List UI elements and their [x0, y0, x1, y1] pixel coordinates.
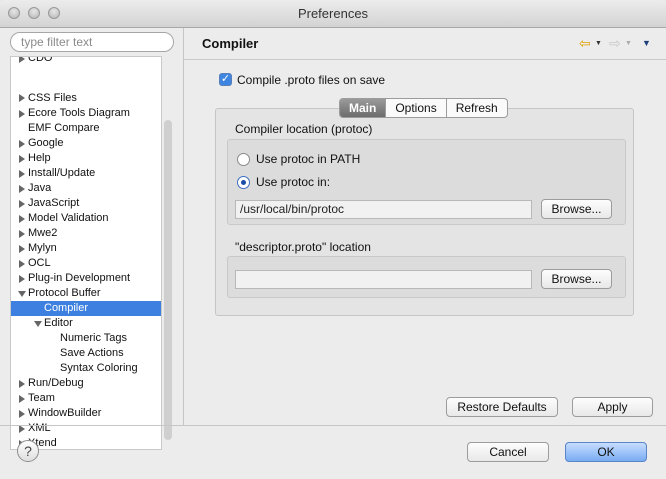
back-menu-icon[interactable]: ▼: [595, 40, 602, 47]
expand-arrow-icon[interactable]: [19, 200, 25, 208]
tree-item-numeric-tags[interactable]: Numeric Tags: [11, 331, 161, 346]
browse-protoc-button[interactable]: Browse...: [541, 199, 612, 219]
tree-item-css-files[interactable]: CSS Files: [11, 91, 161, 106]
use-protoc-in-radio[interactable]: [237, 176, 250, 189]
expand-arrow-icon[interactable]: [19, 155, 25, 163]
tree-scrollbar[interactable]: [164, 120, 172, 440]
tab-content: Compiler location (protoc) Use protoc in…: [215, 108, 634, 316]
descriptor-path-field[interactable]: [235, 270, 532, 289]
compiler-location-label: Compiler location (protoc): [235, 122, 373, 136]
tree-item-windowbuilder[interactable]: WindowBuilder: [11, 406, 161, 421]
expand-arrow-icon[interactable]: [19, 215, 25, 223]
tab-options[interactable]: Options: [386, 99, 447, 117]
checkmark-icon[interactable]: ✓: [219, 73, 232, 86]
tree-item-ocl[interactable]: OCL: [11, 256, 161, 271]
tree-item-cdo[interactable]: CDO: [11, 57, 161, 66]
use-protoc-path-label: Use protoc in PATH: [256, 152, 361, 166]
tree-item-install-update[interactable]: Install/Update: [11, 166, 161, 181]
expand-arrow-icon[interactable]: [19, 245, 25, 253]
tree-item-java[interactable]: Java: [11, 181, 161, 196]
tree-item-protocol-buffer[interactable]: Protocol Buffer: [11, 286, 161, 301]
tab-refresh[interactable]: Refresh: [447, 99, 507, 117]
tree-item-ecore-tools-diagram[interactable]: Ecore Tools Diagram: [11, 106, 161, 121]
tree-item-xml[interactable]: XML: [11, 421, 161, 436]
tree-item-javascript[interactable]: JavaScript: [11, 196, 161, 211]
forward-menu-icon[interactable]: ▼: [625, 40, 632, 47]
expand-arrow-icon[interactable]: [19, 260, 25, 268]
tree-item-model-validation[interactable]: Model Validation: [11, 211, 161, 226]
descriptor-location-group: Browse...: [227, 256, 626, 298]
collapse-arrow-icon[interactable]: [34, 321, 42, 327]
tree-item-save-actions[interactable]: Save Actions: [11, 346, 161, 361]
tree-item-google[interactable]: Google: [11, 136, 161, 151]
expand-arrow-icon[interactable]: [19, 57, 25, 63]
tree-item-emf-compare[interactable]: EMF Compare: [11, 121, 161, 136]
expand-arrow-icon[interactable]: [19, 425, 25, 433]
compiler-location-group: Use protoc in PATH Use protoc in: /usr/l…: [227, 139, 626, 225]
expand-arrow-icon[interactable]: [19, 170, 25, 178]
window-title: Preferences: [297, 6, 369, 21]
filter-input[interactable]: [10, 32, 174, 52]
use-protoc-path-radio[interactable]: [237, 153, 250, 166]
expand-arrow-icon[interactable]: [19, 94, 25, 102]
tab-main[interactable]: Main: [340, 99, 387, 117]
tree-item-team[interactable]: Team: [11, 391, 161, 406]
expand-arrow-icon[interactable]: [19, 185, 25, 193]
apply-button[interactable]: Apply: [572, 397, 653, 417]
forward-icon[interactable]: ⇨: [609, 35, 621, 52]
descriptor-location-label: "descriptor.proto" location: [235, 240, 371, 254]
restore-defaults-button[interactable]: Restore Defaults: [446, 397, 558, 417]
expand-arrow-icon[interactable]: [19, 110, 25, 118]
tree-item-plug-in-development[interactable]: Plug-in Development: [11, 271, 161, 286]
expand-arrow-icon[interactable]: [19, 140, 25, 148]
protoc-path-field[interactable]: /usr/local/bin/protoc: [235, 200, 532, 219]
tree-item-mylyn[interactable]: Mylyn: [11, 241, 161, 256]
footer-divider: [0, 425, 666, 426]
preferences-tree: CDO CSS Files Ecore Tools Diagram EMF Co…: [10, 56, 162, 450]
tree-item-mwe2[interactable]: Mwe2: [11, 226, 161, 241]
page-title: Compiler: [202, 36, 259, 51]
tree-item-compiler[interactable]: Compiler: [11, 301, 161, 316]
preference-page: Compiler ⇦ ▼ ⇨ ▼ ▼ ✓ Compile .proto file…: [184, 28, 666, 425]
preferences-window: Preferences CDO CSS Files Ecore Tools Di…: [0, 0, 666, 479]
view-menu-icon[interactable]: ▼: [642, 38, 651, 48]
use-protoc-in-label: Use protoc in:: [256, 175, 331, 189]
expand-arrow-icon[interactable]: [19, 395, 25, 403]
back-icon[interactable]: ⇦: [579, 35, 591, 52]
tab-bar: Main Options Refresh: [339, 98, 508, 118]
header-divider: [184, 59, 666, 60]
expand-arrow-icon[interactable]: [19, 275, 25, 283]
cancel-button[interactable]: Cancel: [467, 442, 549, 462]
tree-item-run-debug[interactable]: Run/Debug: [11, 376, 161, 391]
tree-item-editor[interactable]: Editor: [11, 316, 161, 331]
tree-item-help[interactable]: Help: [11, 151, 161, 166]
browse-descriptor-button[interactable]: Browse...: [541, 269, 612, 289]
help-icon[interactable]: ?: [17, 440, 39, 462]
expand-arrow-icon[interactable]: [19, 380, 25, 388]
tree-item-syntax-coloring[interactable]: Syntax Coloring: [11, 361, 161, 376]
expand-arrow-icon[interactable]: [19, 230, 25, 238]
preferences-navigation-pane: CDO CSS Files Ecore Tools Diagram EMF Co…: [0, 28, 184, 450]
expand-arrow-icon[interactable]: [19, 410, 25, 418]
ok-button[interactable]: OK: [565, 442, 647, 462]
title-bar: Preferences: [0, 0, 666, 28]
collapse-arrow-icon[interactable]: [18, 291, 26, 297]
